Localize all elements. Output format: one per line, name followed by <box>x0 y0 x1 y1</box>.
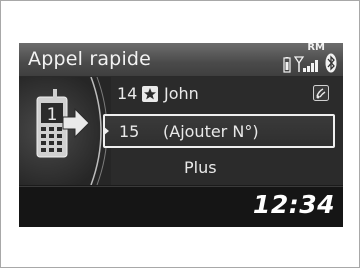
screen-title: Appel rapide <box>28 48 152 70</box>
phone-battery-icon <box>283 57 291 73</box>
manual-figure-frame: Appel rapide RM 1 14 John 15 (Ajouter N°… <box>0 0 360 268</box>
title-bar: Appel rapide RM <box>19 43 343 77</box>
status-icons <box>283 47 337 73</box>
speed-dial-content: 1 14 John 15 (Ajouter N°) Plus <box>19 77 343 185</box>
display-screen: Appel rapide RM 1 14 John 15 (Ajouter N°… <box>19 43 343 227</box>
clock: 12:34 <box>252 190 335 219</box>
speed-dial-phone-icon: 1 <box>36 77 108 185</box>
speed-dial-entry-selected[interactable]: 15 (Ajouter N°) <box>103 114 335 148</box>
phone-graphic: 1 <box>19 77 111 185</box>
voice-tag-icon <box>313 85 329 105</box>
bottom-bar: 12:34 <box>19 186 343 227</box>
more-label: Plus <box>184 158 217 177</box>
entry-number: 15 <box>119 122 140 141</box>
svg-text:1: 1 <box>47 105 58 125</box>
selection-cursor-icon <box>103 126 109 136</box>
signal-strength-icon <box>294 56 318 72</box>
more-option[interactable]: Plus <box>107 151 335 185</box>
speed-dial-entry[interactable]: 14 John <box>107 77 335 111</box>
entry-name: John <box>164 84 199 103</box>
bluetooth-icon <box>325 53 337 73</box>
entry-number: 14 <box>117 84 138 103</box>
add-number-label: (Ajouter N°) <box>163 122 259 141</box>
star-icon <box>142 86 158 102</box>
